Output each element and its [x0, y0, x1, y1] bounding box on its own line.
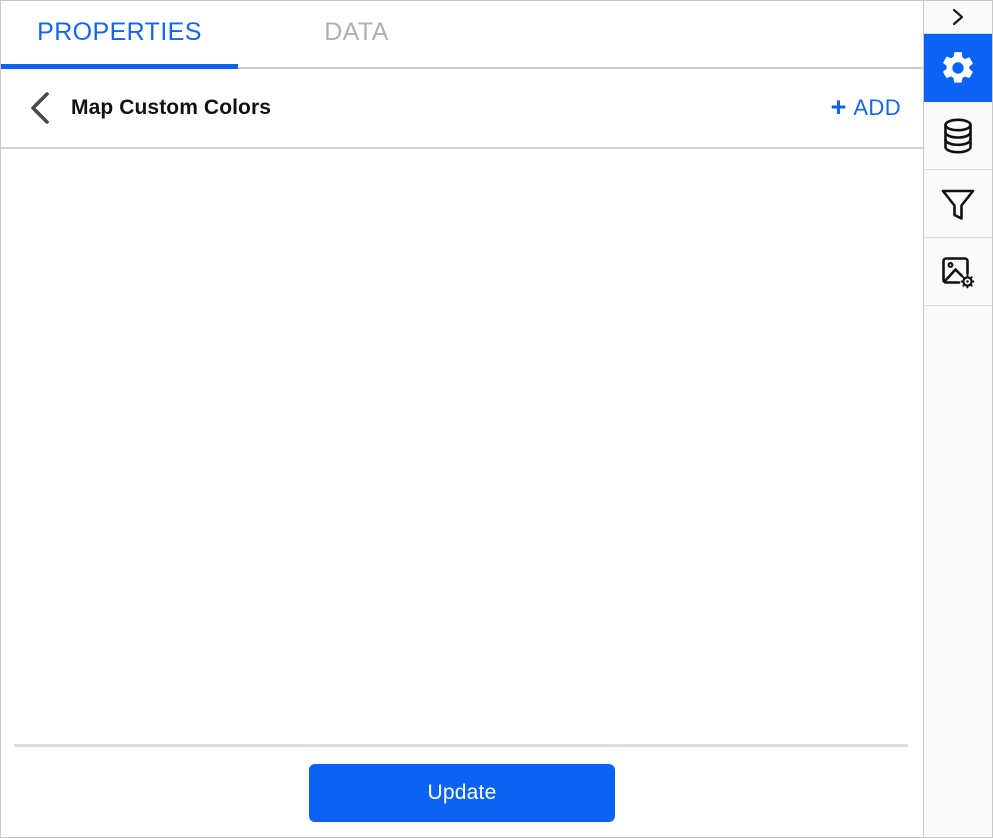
database-icon [941, 117, 975, 155]
chevron-right-icon [950, 7, 966, 27]
tab-data[interactable]: DATA [238, 1, 475, 69]
image-settings-icon [939, 253, 977, 291]
back-button[interactable] [23, 86, 57, 130]
add-button-label: ADD [853, 95, 901, 120]
custom-colors-list [1, 149, 923, 744]
tab-properties[interactable]: PROPERTIES [1, 1, 238, 69]
properties-panel: PROPERTIES DATA Map Custom Colors + ADD [1, 1, 924, 837]
plus-icon: + [830, 91, 847, 122]
app-window: PROPERTIES DATA Map Custom Colors + ADD [0, 0, 993, 838]
add-button[interactable]: + ADD [827, 92, 905, 125]
gear-icon [939, 49, 977, 87]
sidebar-item-data-source[interactable] [924, 102, 992, 170]
sidebar-item-settings[interactable] [924, 34, 992, 102]
page-title: Map Custom Colors [71, 96, 272, 119]
tab-bar: PROPERTIES DATA [1, 1, 923, 69]
sidebar-item-filter[interactable] [924, 170, 992, 238]
panel-footer: Update [1, 744, 923, 837]
sidebar-filler [924, 306, 992, 837]
update-button[interactable]: Update [309, 764, 615, 822]
sidebar-item-collapse[interactable] [924, 1, 992, 34]
chevron-left-icon [27, 91, 53, 125]
funnel-icon [939, 185, 977, 223]
empty-list-placeholder [1, 149, 923, 744]
footer-divider [14, 744, 908, 747]
right-toolbar [924, 1, 992, 837]
tab-properties-label: PROPERTIES [37, 17, 202, 46]
tab-data-label: DATA [324, 17, 389, 46]
sidebar-item-image-settings[interactable] [924, 238, 992, 306]
section-header: Map Custom Colors + ADD [1, 69, 923, 149]
